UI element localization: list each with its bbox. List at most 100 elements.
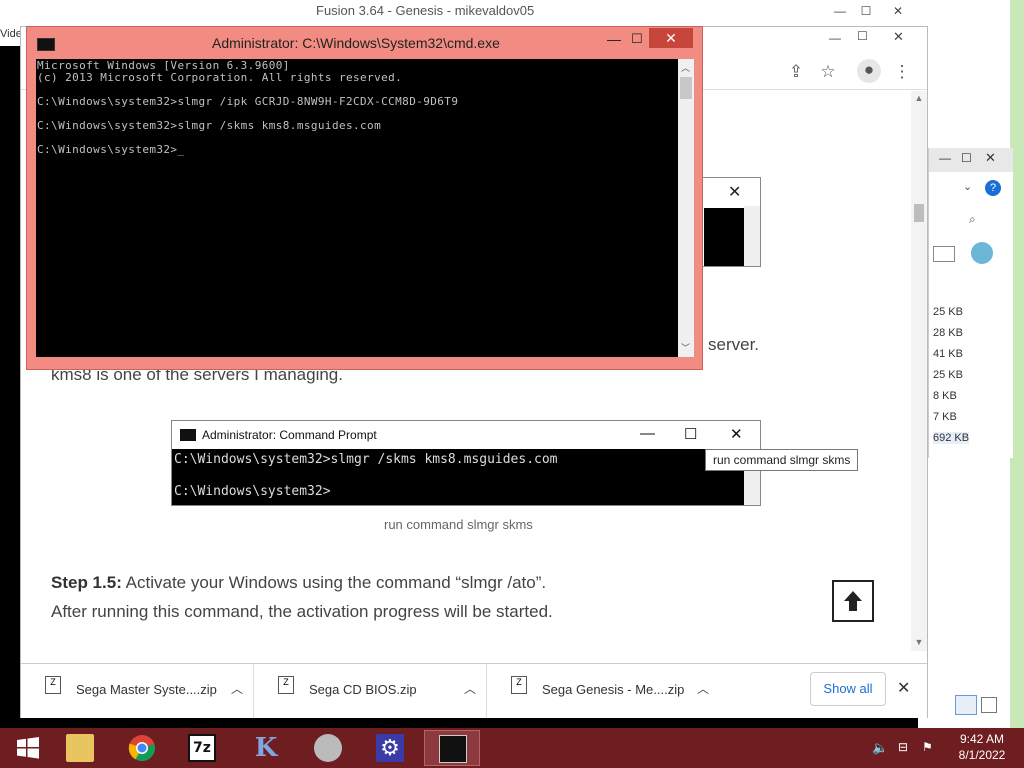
taskbar-cmd-active[interactable] bbox=[424, 730, 480, 766]
windows-logo-icon bbox=[17, 737, 39, 759]
taskbar-clock[interactable]: 9:42 AM 8/1/2022 bbox=[950, 731, 1014, 763]
taskbar-settings[interactable]: ⚙ bbox=[362, 730, 418, 766]
gear-icon: ⚙ bbox=[376, 734, 404, 762]
scroll-to-top-button[interactable] bbox=[832, 580, 874, 622]
scroll-down-arrow-icon[interactable]: ▼ bbox=[913, 637, 925, 647]
details-view-icon[interactable] bbox=[955, 695, 977, 715]
scroll-up-arrow-icon[interactable]: ︿ bbox=[681, 61, 690, 74]
help-icon[interactable]: ? bbox=[985, 180, 1001, 196]
step-text: Activate your Windows using the command … bbox=[121, 573, 547, 592]
arrow-up-icon bbox=[844, 591, 862, 611]
taskbar-kega[interactable]: K bbox=[238, 730, 294, 766]
cmd-scrollbar-thumb[interactable] bbox=[680, 77, 692, 99]
desktop-background bbox=[0, 0, 20, 728]
share-icon[interactable]: ⇪ bbox=[785, 61, 807, 83]
console-line: C:\Windows\system32>slmgr /skms kms8.msg… bbox=[37, 119, 382, 132]
show-all-button[interactable]: Show all bbox=[810, 672, 886, 706]
cmd-icon bbox=[180, 429, 196, 441]
explorer-titlebar: — ☐ ✕ bbox=[929, 148, 1013, 172]
taskbar-7zip[interactable]: 7z bbox=[174, 730, 230, 766]
console-line: (c) 2013 Microsoft Corporation. All righ… bbox=[37, 71, 403, 84]
folder-icon bbox=[66, 734, 94, 762]
menu-dots-icon[interactable]: ⋮ bbox=[891, 61, 913, 83]
speaker-app-icon bbox=[314, 734, 342, 762]
fusion-minimize-button[interactable]: — bbox=[828, 2, 852, 20]
chevron-up-icon[interactable]: ︿ bbox=[464, 680, 476, 697]
taskbar: 7z K ⚙ 🔈 ⊟ ⚑ 9:42 AM 8/1/2022 bbox=[0, 728, 1024, 768]
chevron-up-icon[interactable]: ︿ bbox=[697, 680, 709, 697]
chevron-down-icon[interactable]: ⌄ bbox=[963, 180, 972, 193]
action-center-icon[interactable]: ⚑ bbox=[922, 740, 933, 754]
download-filename: Sega Master Syste....zip bbox=[76, 682, 217, 697]
7zip-icon: 7z bbox=[188, 734, 216, 762]
article-image-command-prompt: Administrator: Command Prompt — ☐ ✕ C:\W… bbox=[171, 420, 761, 506]
image-title: Administrator: Command Prompt bbox=[202, 428, 377, 442]
file-size: 7 KB bbox=[933, 411, 957, 423]
start-button[interactable] bbox=[0, 730, 56, 766]
console-line: C:\Windows\system32> bbox=[174, 484, 331, 499]
file-size: 692 KB bbox=[933, 432, 970, 444]
zip-file-icon: Z bbox=[511, 676, 527, 694]
console-line: C:\Windows\system32>slmgr /ipk GCRJD-8NW… bbox=[37, 95, 459, 108]
chrome-icon bbox=[128, 735, 155, 762]
cmd-close-button[interactable]: ✕ bbox=[649, 28, 693, 48]
background-window-fragment: Vide bbox=[0, 0, 20, 46]
view-icon[interactable] bbox=[933, 246, 955, 262]
cmd-icon bbox=[439, 735, 467, 763]
cmd-minimize-button[interactable]: — bbox=[602, 31, 626, 51]
taskbar-sound-app[interactable] bbox=[300, 730, 356, 766]
clock-date: 8/1/2022 bbox=[958, 748, 1006, 762]
file-size: 41 KB bbox=[933, 348, 963, 360]
minimize-icon: — bbox=[640, 425, 655, 442]
browser-minimize-button[interactable]: — bbox=[829, 31, 841, 45]
browser-maximize-button[interactable]: ☐ bbox=[857, 29, 868, 43]
console-line: C:\Windows\system32>_ bbox=[37, 143, 185, 156]
search-icon[interactable]: ⌕ bbox=[969, 212, 976, 227]
cmd-window: Administrator: C:\Windows\System32\cmd.e… bbox=[26, 26, 703, 370]
large-icons-view-icon[interactable] bbox=[981, 697, 997, 713]
fusion-close-button[interactable]: ✕ bbox=[886, 2, 910, 20]
fusion-window-title: Fusion 3.64 - Genesis - mikevaldov05 bbox=[316, 3, 535, 18]
download-item[interactable]: Z Sega Genesis - Me....zip ︿ bbox=[487, 664, 719, 718]
app-icon[interactable] bbox=[971, 242, 993, 264]
zip-file-icon: Z bbox=[45, 676, 61, 694]
close-icon[interactable]: ✕ bbox=[897, 678, 910, 698]
article-text: server. bbox=[708, 335, 760, 354]
fusion-maximize-button[interactable]: ☐ bbox=[854, 2, 878, 20]
taskbar-file-explorer[interactable] bbox=[52, 730, 108, 766]
network-icon[interactable]: ⊟ bbox=[898, 740, 908, 754]
downloads-bar: Z Sega Master Syste....zip ︿ Z Sega CD B… bbox=[21, 663, 927, 718]
cmd-scrollbar[interactable]: ︿ ﹀ bbox=[678, 59, 694, 357]
file-explorer-window: — ☐ ✕ ⌄ ? ⌕ 25 KB 28 KB 41 KB 25 KB 8 KB… bbox=[928, 148, 1013, 458]
scroll-down-arrow-icon[interactable]: ﹀ bbox=[681, 341, 690, 354]
cmd-titlebar[interactable]: Administrator: C:\Windows\System32\cmd.e… bbox=[27, 27, 702, 57]
page-scrollbar[interactable]: ▲ ▼ bbox=[911, 91, 927, 651]
scroll-up-arrow-icon[interactable]: ▲ bbox=[913, 93, 925, 103]
step-paragraph-2: After running this command, the activati… bbox=[51, 602, 553, 621]
volume-icon[interactable]: 🔈 bbox=[872, 740, 888, 756]
explorer-minimize-button[interactable]: — bbox=[939, 151, 951, 165]
download-item[interactable]: Z Sega CD BIOS.zip ︿ bbox=[254, 664, 487, 718]
browser-close-button[interactable]: ✕ bbox=[893, 29, 904, 45]
scrollbar-thumb[interactable] bbox=[914, 204, 924, 222]
explorer-maximize-button[interactable]: ☐ bbox=[961, 151, 972, 165]
image-titlebar: Administrator: Command Prompt — ☐ ✕ bbox=[172, 421, 760, 449]
bookmark-star-icon[interactable]: ☆ bbox=[817, 61, 839, 83]
file-size: 25 KB bbox=[933, 369, 963, 381]
image-tooltip: run command slmgr skms bbox=[705, 449, 859, 471]
cmd-maximize-button[interactable]: ☐ bbox=[625, 31, 649, 51]
cmd-icon bbox=[37, 38, 55, 51]
download-filename: Sega CD BIOS.zip bbox=[309, 682, 417, 697]
fusion-window-titlebar: Fusion 3.64 - Genesis - mikevaldov05 — ☐… bbox=[20, 0, 928, 26]
chevron-up-icon[interactable]: ︿ bbox=[231, 680, 243, 697]
download-item[interactable]: Z Sega Master Syste....zip ︿ bbox=[21, 664, 254, 718]
console-line: C:\Windows\system32>slmgr /skms kms8.msg… bbox=[174, 452, 558, 467]
cmd-console[interactable]: Microsoft Windows [Version 6.3.9600] (c)… bbox=[36, 59, 678, 357]
profile-avatar-icon[interactable]: ● bbox=[857, 59, 881, 83]
file-size: 25 KB bbox=[933, 306, 963, 318]
cmd-window-title: Administrator: C:\Windows\System32\cmd.e… bbox=[212, 35, 500, 51]
explorer-close-button[interactable]: ✕ bbox=[985, 150, 996, 166]
download-filename: Sega Genesis - Me....zip bbox=[542, 682, 685, 697]
image-console-area bbox=[704, 208, 744, 266]
taskbar-chrome[interactable] bbox=[114, 730, 170, 766]
